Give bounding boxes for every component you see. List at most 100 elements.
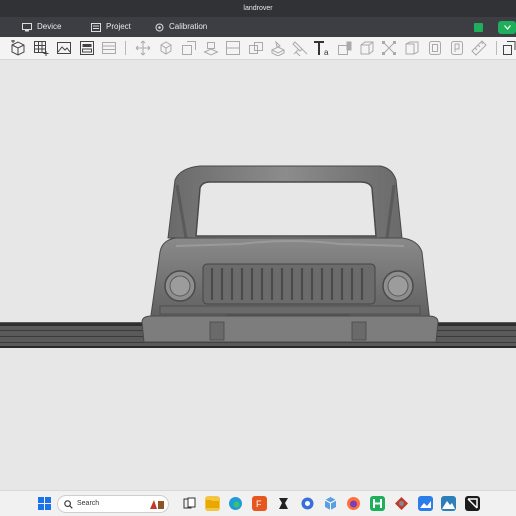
drill-icon xyxy=(405,41,419,55)
app-blue-button[interactable] xyxy=(300,496,315,511)
more-button[interactable] xyxy=(502,40,516,56)
windows-icon xyxy=(38,497,51,510)
split-objects-icon xyxy=(249,42,263,54)
task-view-button[interactable] xyxy=(182,496,197,511)
ruler-button[interactable] xyxy=(471,40,487,56)
folder-icon xyxy=(206,500,219,508)
edge-button[interactable] xyxy=(228,496,243,511)
grid-arrange-icon xyxy=(34,41,49,56)
app-3d-button[interactable] xyxy=(323,496,338,511)
sync-button[interactable] xyxy=(498,20,516,34)
toolbar-separator xyxy=(125,41,126,55)
support-icon xyxy=(270,40,286,56)
monitor-icon xyxy=(22,22,32,31)
app-orange-button[interactable]: F xyxy=(252,496,267,511)
cut-button[interactable] xyxy=(337,40,353,56)
repair-icon xyxy=(429,41,441,55)
svg-text:F: F xyxy=(256,499,262,509)
measure-icon xyxy=(382,41,396,55)
split-objects-button[interactable] xyxy=(248,40,264,56)
firefox-button[interactable] xyxy=(346,496,361,511)
repair-button[interactable] xyxy=(427,40,443,56)
slice-preview-button[interactable] xyxy=(79,40,95,56)
place-on-face-button[interactable] xyxy=(225,40,241,56)
measure-button[interactable] xyxy=(381,40,397,56)
search-placeholder: Search xyxy=(77,500,100,507)
taskbar: Search F xyxy=(0,490,516,516)
import-image-icon xyxy=(57,42,71,54)
mirror-icon xyxy=(203,42,219,56)
text-icon: a xyxy=(314,41,329,56)
layers-icon xyxy=(102,42,116,54)
app-slicer-button[interactable] xyxy=(276,496,291,511)
scale-icon xyxy=(160,41,172,55)
slice-preview-icon xyxy=(80,41,94,55)
rotate-icon xyxy=(182,41,196,55)
task-view-icon xyxy=(183,497,196,509)
menu-device[interactable]: Device xyxy=(22,17,61,37)
grid-arrange-button[interactable] xyxy=(33,40,49,56)
calibration-icon xyxy=(155,23,164,31)
search-highlight-icon xyxy=(150,500,164,509)
layers-button[interactable] xyxy=(101,40,117,56)
move-icon xyxy=(135,40,151,56)
project-icon xyxy=(91,22,101,32)
app-green-button[interactable] xyxy=(370,496,385,511)
cut-icon xyxy=(338,41,352,55)
search-box[interactable]: Search xyxy=(57,495,169,513)
app-orange-icon: F xyxy=(256,499,262,509)
menu-bar: Device Project Calibration xyxy=(0,17,516,37)
menu-calibration[interactable]: Calibration xyxy=(155,17,207,37)
edge-icon xyxy=(229,497,242,510)
slicer-icon xyxy=(279,498,288,509)
firefox-icon xyxy=(347,497,360,510)
move-button[interactable] xyxy=(135,40,151,56)
text-button[interactable]: a xyxy=(313,40,331,56)
scene xyxy=(0,165,516,348)
place-on-face-icon xyxy=(226,41,240,55)
app-terminal-button[interactable] xyxy=(465,496,480,511)
rotate-button[interactable] xyxy=(181,40,197,56)
app-mountain-button[interactable] xyxy=(441,496,456,511)
paint-icon xyxy=(292,41,308,56)
file-explorer-button[interactable] xyxy=(205,496,220,511)
import-image-button[interactable] xyxy=(56,40,72,56)
search-icon xyxy=(64,500,73,509)
support-button[interactable] xyxy=(270,40,286,56)
3d-viewport[interactable] xyxy=(0,60,516,490)
photos-icon xyxy=(420,501,431,508)
paint-button[interactable] xyxy=(292,40,308,56)
menu-project-label: Project xyxy=(106,22,131,31)
mirror-button[interactable] xyxy=(203,40,219,56)
svg-text:a: a xyxy=(324,48,329,56)
scale-button[interactable] xyxy=(158,40,174,56)
menu-project[interactable]: Project xyxy=(91,17,131,37)
ruler-icon xyxy=(471,40,487,56)
hollow-icon xyxy=(360,41,374,55)
toolbar: a xyxy=(0,37,516,60)
add-model-button[interactable] xyxy=(10,40,26,56)
menu-device-label: Device xyxy=(37,22,62,31)
menubar-right xyxy=(474,17,516,37)
menu-calibration-label: Calibration xyxy=(169,22,208,31)
more-icon xyxy=(503,41,516,55)
toolbar-separator xyxy=(496,41,497,55)
app-status-icon[interactable] xyxy=(474,22,483,32)
start-button[interactable] xyxy=(37,496,52,511)
window-title: landrover xyxy=(243,5,273,12)
hollow-button[interactable] xyxy=(359,40,375,56)
app-green-icon xyxy=(373,499,382,508)
add-model-icon xyxy=(11,40,25,56)
mountain-icon xyxy=(442,501,455,509)
app-photos-button[interactable] xyxy=(418,496,433,511)
terminal-icon xyxy=(467,498,478,509)
split-button[interactable] xyxy=(449,40,465,56)
app-blue-icon xyxy=(301,497,314,510)
truck-model[interactable] xyxy=(141,165,439,343)
title-bar: landrover xyxy=(0,0,516,17)
drill-button[interactable] xyxy=(404,40,420,56)
app-red-button[interactable] xyxy=(394,496,409,511)
cube-icon xyxy=(324,497,337,510)
app-red-icon xyxy=(395,497,408,510)
chevron-down-icon xyxy=(503,24,511,30)
